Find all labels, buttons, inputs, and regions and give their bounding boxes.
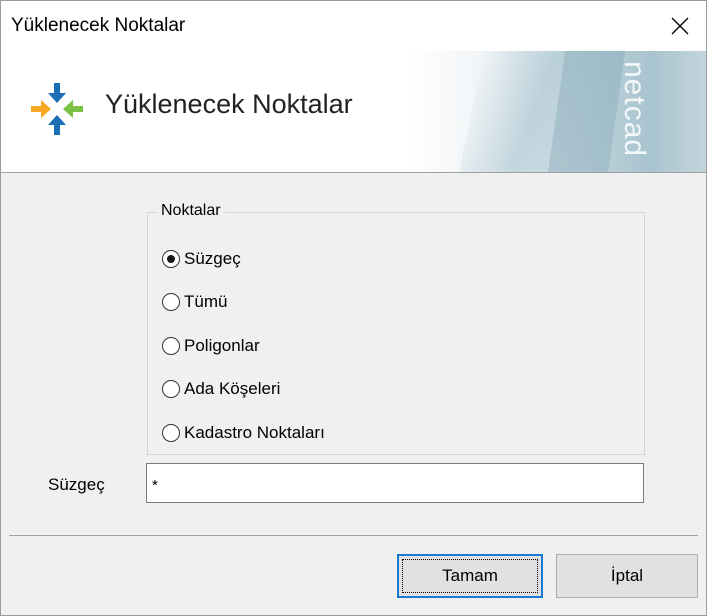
title-bar: Yüklenecek Noktalar [1,1,706,51]
points-group-legend: Noktalar [157,202,225,220]
header-banner: netcad Yüklenecek Noktalar [1,51,706,172]
ok-button-label: Tamam [442,566,498,585]
radio-label: Tümü [184,292,228,311]
filter-label: Süzgeç [48,475,105,494]
cancel-button[interactable]: İptal [556,554,698,598]
radio-option-kadastro-noktalari[interactable]: Kadastro Noktaları [162,421,325,445]
filter-input[interactable] [146,463,644,503]
radio-option-tumu[interactable]: Tümü [162,290,227,314]
radio-unchecked-icon [162,380,180,398]
footer-divider [9,535,698,536]
radio-label: Ada Köşeleri [184,379,281,398]
close-button[interactable] [654,1,706,51]
close-icon [671,17,689,35]
cancel-button-label: İptal [610,566,644,585]
radio-checked-icon [162,250,180,268]
dialog-window: Yüklenecek Noktalar netcad Yüklenecek No… [0,0,707,616]
radio-option-suzgec[interactable]: Süzgeç [162,247,241,271]
ok-button[interactable]: Tamam [397,554,543,598]
banner-title: Yüklenecek Noktalar [105,89,353,119]
radio-label: Süzgeç [184,249,241,268]
banner-watermark: netcad [618,61,651,158]
banner-divider [1,172,706,173]
radio-label: Kadastro Noktaları [184,423,325,442]
radio-option-ada-koseleri[interactable]: Ada Köşeleri [162,377,280,401]
netcad-logo-icon [31,83,83,135]
radio-unchecked-icon [162,293,180,311]
radio-option-poligonlar[interactable]: Poligonlar [162,334,260,358]
radio-label: Poligonlar [184,336,260,355]
radio-unchecked-icon [162,424,180,442]
window-title: Yüklenecek Noktalar [11,15,186,36]
radio-unchecked-icon [162,337,180,355]
